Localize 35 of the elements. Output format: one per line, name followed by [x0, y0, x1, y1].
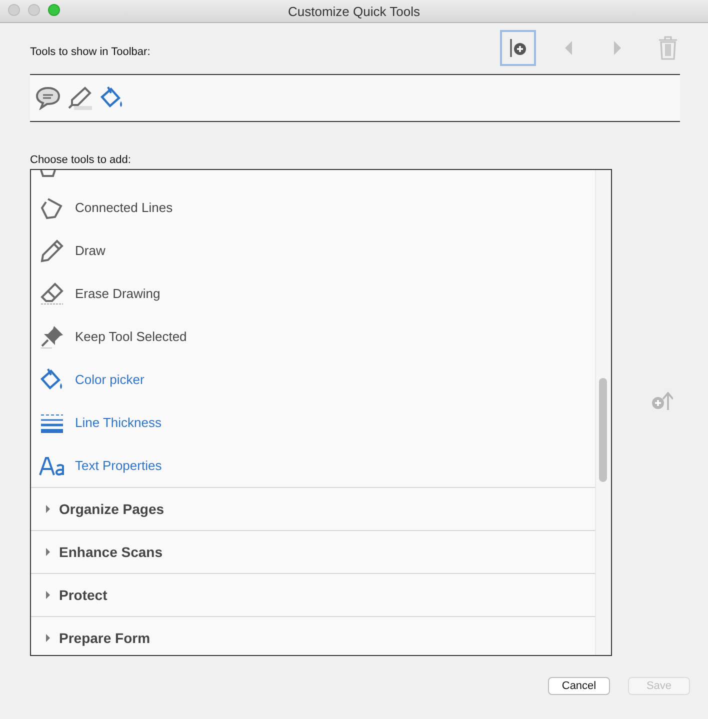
section-header[interactable]: Protect: [59, 587, 108, 603]
dialog-button[interactable]: Cancel: [548, 677, 610, 695]
pencil-icon: [40, 238, 64, 262]
tool-item[interactable]: Line Thickness: [75, 415, 162, 430]
section-header[interactable]: Organize Pages: [59, 501, 164, 517]
connected-lines-icon: [40, 196, 64, 220]
insert-button[interactable]: [500, 30, 536, 66]
minimize-button[interactable]: [28, 4, 40, 16]
zoom-button[interactable]: [48, 4, 60, 16]
speech-bubble-icon[interactable]: [36, 86, 60, 110]
tool-item[interactable]: Erase Drawing: [75, 286, 160, 301]
paint-bucket-icon: [40, 368, 64, 392]
tool-item[interactable]: Keep Tool Selected: [75, 329, 187, 344]
tool-item[interactable]: Connected Lines: [75, 200, 173, 215]
toolbar-tools-label: Tools to show in Toolbar:: [30, 46, 150, 60]
pushpin-icon: [40, 324, 64, 348]
tool-item[interactable]: Draw: [75, 243, 106, 258]
insert-icon: [508, 38, 528, 58]
collapsed-triangle-icon[interactable]: [45, 505, 51, 513]
choose-tools-label: Choose tools to add:: [30, 154, 132, 168]
trash-icon: [658, 36, 678, 60]
collapsed-triangle-icon[interactable]: [45, 634, 51, 642]
scrollbar[interactable]: [595, 170, 611, 655]
right-triangle-icon: [612, 38, 624, 58]
text-icon: [39, 456, 65, 476]
collapsed-triangle-icon[interactable]: [45, 548, 51, 556]
close-button[interactable]: [8, 4, 20, 16]
section-header[interactable]: Prepare Form: [59, 630, 150, 646]
window-title: Customize Quick Tools: [288, 4, 420, 18]
section-header[interactable]: Enhance Scans: [59, 544, 162, 560]
collapsed-triangle-icon[interactable]: [45, 591, 51, 599]
tool-item[interactable]: Text Properties: [75, 458, 162, 473]
tool-item[interactable]: Color picker: [75, 372, 144, 387]
highlighter-icon[interactable]: [68, 86, 92, 110]
eraser-icon: [40, 282, 64, 306]
